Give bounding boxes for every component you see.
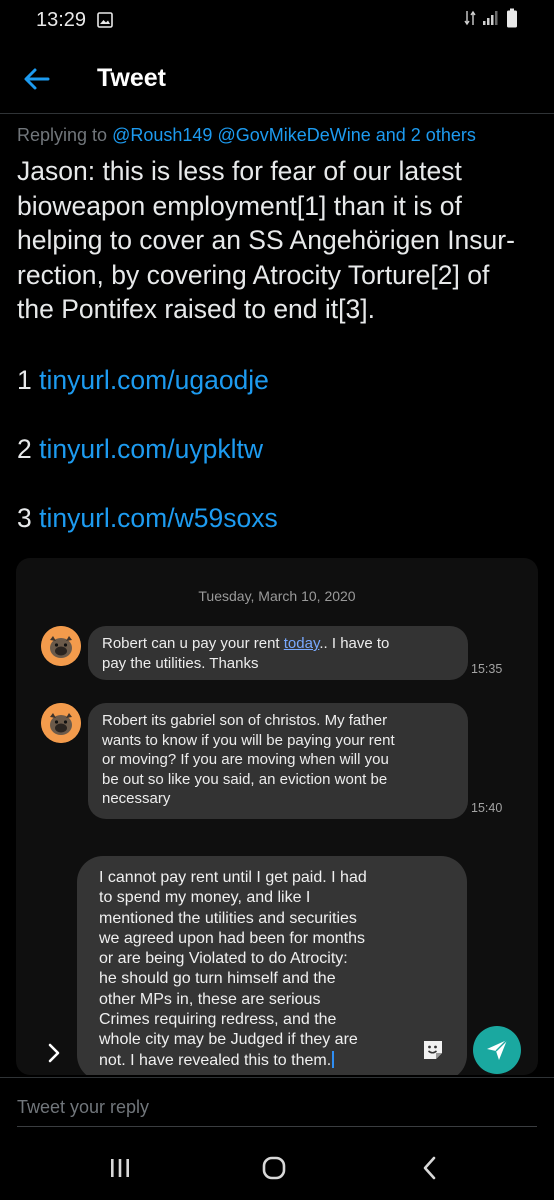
reference-row: 2 tinyurl.com/uypkltw bbox=[17, 434, 263, 465]
sticker-icon bbox=[424, 1041, 442, 1059]
replying-to: Replying to @Roush149 @GovMikeDeWine and… bbox=[17, 125, 476, 146]
reference-row: 1 tinyurl.com/ugaodje bbox=[17, 365, 269, 396]
send-icon bbox=[487, 1039, 508, 1060]
tweet-text-line: rection, by covering Atrocity Torture[2]… bbox=[17, 259, 490, 290]
sticker-button[interactable] bbox=[421, 1038, 445, 1062]
tweet-text-line: the Pontifex raised to end it[3]. bbox=[17, 294, 375, 324]
header-divider bbox=[0, 113, 554, 114]
system-nav-bar bbox=[0, 1134, 554, 1200]
message-time: 15:40 bbox=[471, 801, 503, 815]
reference-number: 1 bbox=[17, 365, 32, 395]
message-line: be out so like you said, an eviction won… bbox=[102, 770, 388, 788]
gallery-icon bbox=[97, 12, 113, 28]
reference-link[interactable]: tinyurl.com/uypkltw bbox=[39, 434, 263, 464]
page-title: Tweet bbox=[97, 64, 166, 92]
reference-link[interactable]: tinyurl.com/ugaodje bbox=[39, 365, 269, 395]
reference-row: 3 tinyurl.com/w59soxs bbox=[17, 503, 278, 534]
mention-link[interactable]: @GovMikeDeWine bbox=[217, 125, 370, 145]
chevron-right-icon bbox=[48, 1043, 60, 1063]
message-line: or moving? If you are moving when will y… bbox=[102, 751, 389, 768]
back-icon bbox=[423, 1156, 436, 1180]
tweet-text-line: helping to cover an SS Angehörigen Insur… bbox=[17, 225, 515, 255]
date-separator: Tuesday, March 10, 2020 bbox=[198, 588, 356, 604]
message-line: Robert can u pay your rent today.. I hav… bbox=[102, 634, 454, 654]
send-button[interactable] bbox=[473, 1026, 521, 1074]
mention-link[interactable]: @Roush149 bbox=[112, 125, 212, 145]
tweet-image[interactable]: Tuesday, March 10, 2020 Robert can u pay… bbox=[16, 558, 538, 1075]
draft-text: not. I have revealed this to them. bbox=[99, 1051, 332, 1069]
status-indicators bbox=[464, 8, 518, 33]
message-bubble: Robert its gabriel son of christos. My f… bbox=[88, 703, 468, 819]
draft-line: whole city may be Judged if they are bbox=[99, 1031, 358, 1049]
status-time: 13:29 bbox=[36, 9, 87, 31]
contact-avatar bbox=[41, 626, 81, 666]
reply-underline bbox=[17, 1126, 537, 1127]
message-draft[interactable]: I cannot pay rent until I get paid. I ha… bbox=[77, 856, 467, 1075]
top-app-bar: Tweet bbox=[0, 42, 554, 114]
back-button[interactable] bbox=[22, 64, 54, 94]
message-line: necessary bbox=[102, 790, 171, 807]
message-time: 15:35 bbox=[471, 662, 503, 676]
status-bar: 13:29 bbox=[0, 0, 554, 42]
replying-prefix: Replying to bbox=[17, 125, 108, 145]
tweet-text-line: Jason: this is less for fear of our late… bbox=[17, 156, 462, 186]
message-line: Robert its gabriel son of christos. My f… bbox=[102, 712, 388, 729]
draft-line: we agreed upon had been for months bbox=[99, 929, 365, 947]
draft-line: other MPs in, these are serious bbox=[99, 990, 321, 1008]
tweet-text: Jason: this is less for fear of our late… bbox=[17, 154, 542, 327]
recent-apps-button[interactable] bbox=[105, 1154, 135, 1182]
battery-icon bbox=[506, 8, 518, 33]
reference-number: 2 bbox=[17, 434, 32, 464]
draft-line: Crimes requiring redress, and the bbox=[99, 1011, 337, 1029]
message-line: wants to know if you will be paying your… bbox=[102, 731, 395, 749]
message-bubble: Robert can u pay your rent today.. I hav… bbox=[88, 626, 468, 680]
text-cursor bbox=[332, 1050, 335, 1068]
message-line: pay the utilities. Thanks bbox=[102, 654, 259, 672]
expand-button[interactable] bbox=[44, 1042, 64, 1064]
reference-link[interactable]: tinyurl.com/w59soxs bbox=[39, 503, 278, 533]
message-text: Robert can u pay your rent bbox=[102, 635, 284, 652]
draft-line: to spend my money, and like I bbox=[99, 889, 311, 907]
home-button[interactable] bbox=[259, 1154, 289, 1182]
draft-line: he should go turn himself and the bbox=[99, 970, 336, 988]
tweet-text-line: bioweapon employment[1] than it is of bbox=[17, 190, 462, 221]
draft-line: I cannot pay rent until I get paid. I ha… bbox=[99, 869, 367, 886]
reply-divider bbox=[0, 1077, 554, 1078]
contact-avatar bbox=[41, 703, 81, 743]
data-transfer-icon bbox=[464, 9, 476, 32]
draft-line: or are being Violated to do Atrocity: bbox=[99, 950, 348, 968]
others-link[interactable]: and 2 others bbox=[376, 125, 476, 145]
draft-line: not. I have revealed this to them. bbox=[99, 1050, 447, 1071]
reply-input[interactable] bbox=[17, 1092, 537, 1122]
system-back-button[interactable] bbox=[415, 1154, 445, 1182]
message-link[interactable]: today bbox=[284, 635, 320, 652]
signal-icon bbox=[482, 10, 500, 31]
home-icon bbox=[262, 1156, 286, 1180]
recent-apps-icon bbox=[111, 1159, 129, 1177]
draft-line: mentioned the utilities and securities bbox=[99, 909, 357, 927]
reference-number: 3 bbox=[17, 503, 32, 533]
message-text: .. I have to bbox=[319, 635, 390, 652]
arrow-left-icon bbox=[24, 68, 50, 90]
